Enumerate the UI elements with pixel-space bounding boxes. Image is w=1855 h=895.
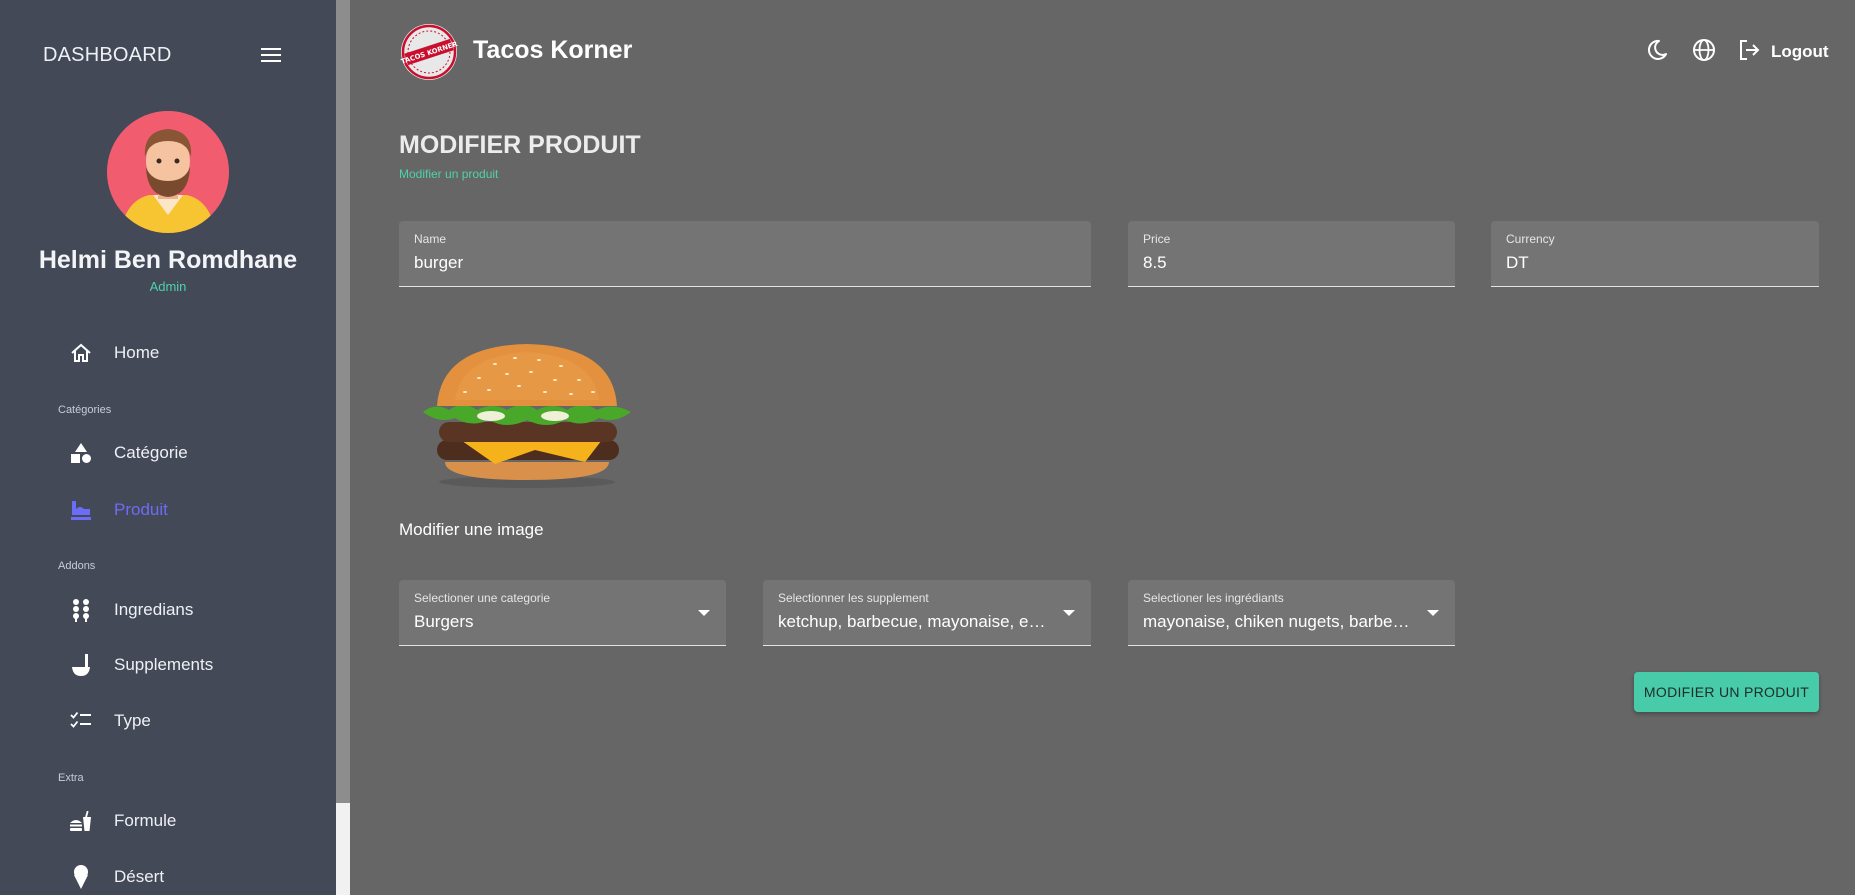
caret-down-icon [1063,610,1075,616]
globe-icon [1692,38,1716,67]
category-label: Selectioner une categorie [414,591,551,605]
supplements-label: Selectionner les supplement [778,591,929,605]
app-logo: TACOS KORNER [399,22,459,82]
checklist-icon [48,711,104,731]
sidebar-item-ingredians[interactable]: Ingredians [48,588,308,632]
sidebar-item-home[interactable]: Home [48,331,308,375]
category-value: Burgers [414,612,474,631]
ladle-icon [48,653,104,677]
home-icon [48,343,104,363]
currency-value: DT [1506,253,1529,272]
price-value: 8.5 [1143,253,1167,272]
menu-icon[interactable] [259,43,283,67]
name-label: Name [414,232,447,246]
caret-down-icon [1427,610,1439,616]
shapes-icon [48,442,104,464]
sidebar-item-produit[interactable]: Produit [48,488,308,532]
fastfood-icon [48,809,104,833]
sidebar-item-type[interactable]: Type [48,699,308,743]
sidebar-header: DASHBOARD [43,40,283,70]
sidebar-item-desert[interactable]: Désert [48,855,308,895]
sidebar-item-categorie[interactable]: Catégorie [48,431,308,475]
product-image [415,340,641,490]
ingredients-select[interactable]: Selectioner les ingrédiants mayonaise, c… [1128,580,1455,646]
ingredients-icon [48,598,104,622]
sidebar-item-supplements[interactable]: Supplements [48,643,308,687]
currency-label: Currency [1506,232,1555,246]
sidebar-item-label: Catégorie [114,443,188,462]
sidebar-item-label: Ingredians [114,600,194,619]
logout-icon [1737,38,1761,67]
sidebar-item-label: Désert [114,867,165,886]
price-field[interactable]: Price 8.5 [1128,221,1455,287]
user-name: Helmi Ben Romdhane [38,246,298,274]
supplements-select[interactable]: Selectionner les supplement ketchup, bar… [763,580,1091,646]
sidebar-item-label: Produit [114,500,168,519]
logout-button[interactable]: Logout [1737,38,1829,66]
user-role: Admin [149,279,187,294]
language-button[interactable] [1692,38,1716,66]
sidebar: DASHBOARD Helmi Ben Romdhane Admin Home … [0,0,336,895]
section-label-addons: Addons [58,560,96,572]
caret-down-icon [698,610,710,616]
category-select[interactable]: Selectioner une categorie Burgers [399,580,726,646]
page-title: MODIFIER PRODUIT [399,131,641,159]
sidebar-item-label: Formule [114,811,177,830]
theme-toggle-button[interactable] [1646,38,1668,66]
sidebar-item-formule[interactable]: Formule [48,799,308,843]
currency-field[interactable]: Currency DT [1491,221,1819,287]
logout-label: Logout [1771,42,1829,61]
ingredients-label: Selectioner les ingrédiants [1143,591,1284,605]
product-icon [48,499,104,521]
change-image-link[interactable]: Modifier une image [399,520,544,540]
app-name: Tacos Korner [473,36,633,64]
moon-icon [1646,39,1668,66]
name-field[interactable]: Name burger [399,221,1091,287]
avatar [107,111,229,233]
sidebar-item-label: Home [114,343,160,362]
sidebar-item-label: Supplements [114,655,214,674]
sidebar-scrollbar[interactable] [336,0,350,895]
name-value: burger [414,253,464,272]
ingredients-value: mayonaise, chiken nugets, barbecue, ketc… [1143,612,1413,631]
page-subtitle: Modifier un produit [399,167,499,181]
section-label-extra: Extra [58,772,84,784]
section-label-categories: Catégories [58,404,112,416]
sidebar-item-label: Type [114,711,151,730]
sidebar-title: DASHBOARD [43,43,172,66]
price-label: Price [1143,232,1171,246]
supplements-value: ketchup, barbecue, mayonaise, escalope [778,612,1049,631]
icecream-icon [48,864,104,890]
sidebar-scrollbar-thumb[interactable] [336,803,350,895]
submit-button[interactable]: MODIFIER UN PRODUIT [1634,672,1819,712]
